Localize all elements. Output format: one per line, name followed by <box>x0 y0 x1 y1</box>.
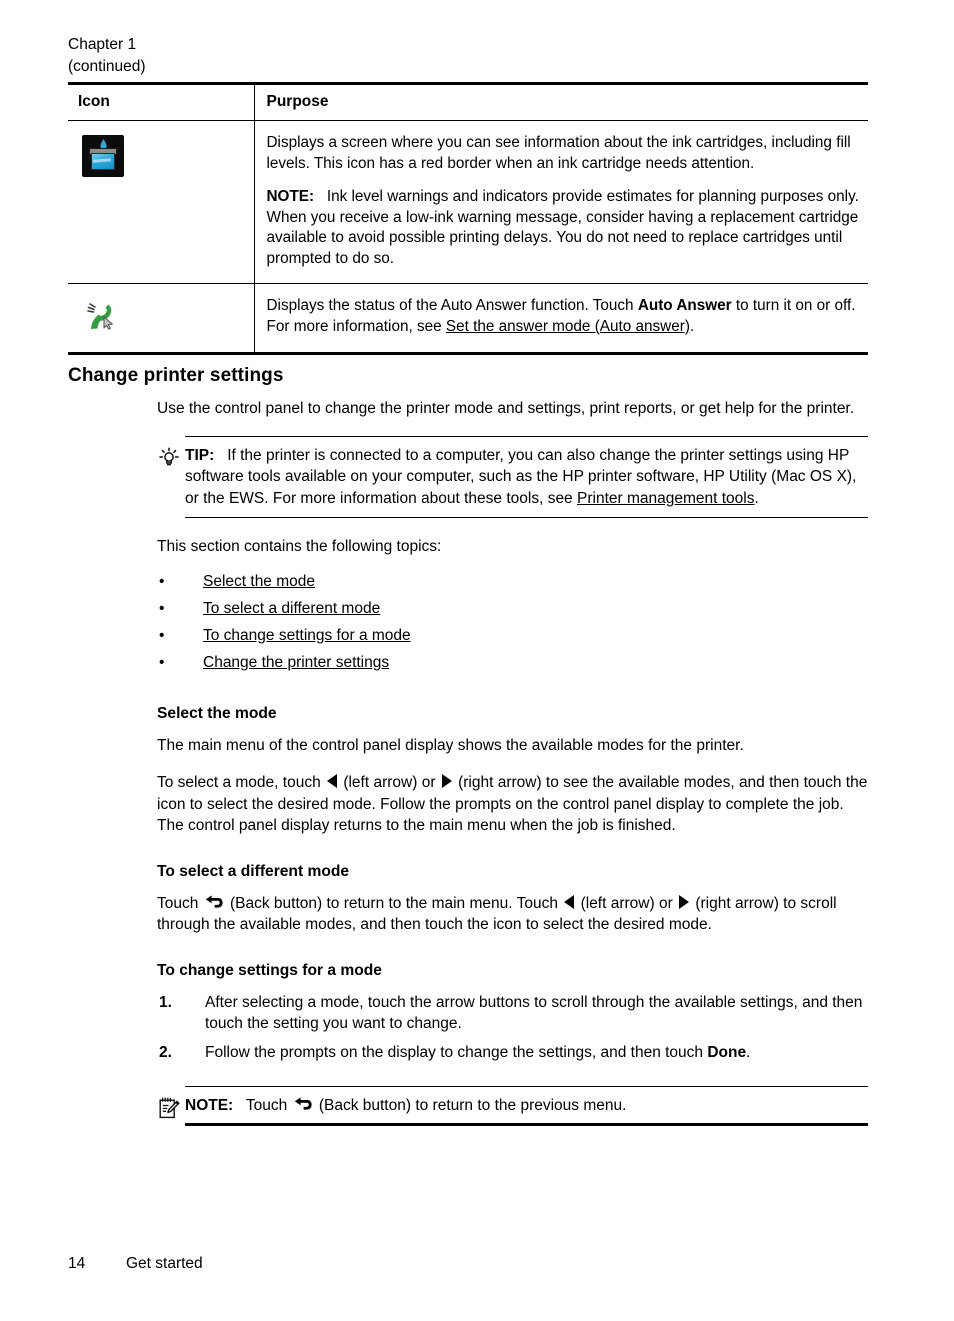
steps-list: 1. After selecting a mode, touch the arr… <box>157 992 868 1071</box>
note-rule-bottom <box>185 1122 868 1126</box>
bullet-glyph: • <box>159 653 165 671</box>
note-body: NOTE: Touch (Back button) to return to t… <box>185 1095 868 1117</box>
step-bold-term: Done <box>707 1043 747 1061</box>
tip-box: TIP: If the printer is connected to a co… <box>157 435 868 518</box>
link-to-change-settings-for-a-mode[interactable]: To change settings for a mode <box>203 627 411 644</box>
tip-body: TIP: If the printer is connected to a co… <box>185 445 868 510</box>
bullet-glyph: • <box>159 626 165 644</box>
link-set-answer-mode[interactable]: Set the answer mode (Auto answer) <box>446 318 690 335</box>
section-intro: Use the control panel to change the prin… <box>157 400 855 417</box>
subsection-heading: Select the mode <box>157 704 277 722</box>
ink-cartridge-icon-cell <box>68 121 254 284</box>
note-rule-top <box>185 1086 868 1088</box>
tip-rule-bottom <box>185 516 868 518</box>
list-item: • Select the mode <box>157 571 868 598</box>
subsection-to-select-a-different-mode: To select a different mode Touch (Back b… <box>157 863 868 936</box>
ink-cartridge-description: Displays a screen where you can see info… <box>266 134 851 172</box>
footer-section-name: Get started <box>126 1255 203 1272</box>
step-number: 1. <box>159 993 172 1011</box>
notepad-pencil-icon <box>157 1096 181 1120</box>
page-title: Change printer settings <box>68 365 284 386</box>
auto-answer-icon-cell <box>68 283 254 355</box>
step-number: 2. <box>159 1043 172 1061</box>
ink-cartridge-icon <box>82 135 124 177</box>
note-text-2: (Back button) to return to the previous … <box>314 1097 627 1114</box>
list-item: • To select a different mode <box>157 598 868 625</box>
icon-purpose-table: Icon Purpose Displays a screen where you… <box>68 82 868 355</box>
note-box: NOTE: Touch (Back button) to return to t… <box>157 1086 868 1126</box>
page-number: 14 <box>68 1255 86 1272</box>
link-change-the-printer-settings[interactable]: Change the printer settings <box>203 654 389 671</box>
select-mode-paragraph-2: To select a mode, touch (left arrow) or … <box>157 772 868 837</box>
column-header-purpose: Purpose <box>253 82 868 121</box>
auto-answer-description: Displays the status of the Auto Answer f… <box>267 296 861 337</box>
lightbulb-icon <box>157 446 181 470</box>
tip-text-2: . <box>754 489 759 507</box>
page-footer: 14 Get started <box>68 1255 203 1273</box>
left-arrow-icon <box>564 894 575 909</box>
document-page: Chapter 1 (continued) Icon Purpose Displ… <box>0 0 954 1321</box>
different-mode-text-1: Touch <box>157 894 203 912</box>
different-mode-text-2: (Back button) to return to the main menu… <box>225 894 563 912</box>
note-text-1: Touch <box>245 1097 292 1114</box>
table-row: Displays a screen where you can see info… <box>68 120 868 284</box>
auto-answer-text-3: . <box>689 317 695 335</box>
link-to-select-a-different-mode[interactable]: To select a different mode <box>203 600 380 617</box>
back-button-icon <box>294 1097 313 1113</box>
table-row: Displays the status of the Auto Answer f… <box>68 283 868 355</box>
note-label: NOTE: <box>266 188 315 205</box>
different-mode-paragraph: Touch (Back button) to return to the mai… <box>157 893 868 936</box>
right-arrow-icon <box>679 894 690 909</box>
list-item: • To change settings for a mode <box>157 625 868 652</box>
tip-rule-top <box>185 435 868 437</box>
table-header-row: Icon Purpose <box>68 82 868 121</box>
auto-answer-text-1: Displays the status of the Auto Answer f… <box>266 297 638 314</box>
different-mode-text-3: (left arrow) or <box>576 894 678 912</box>
step-text-2: . <box>746 1043 751 1061</box>
bullet-glyph: • <box>159 599 165 617</box>
bullet-glyph: • <box>159 572 165 590</box>
ink-cartridge-purpose-cell: Displays a screen where you can see info… <box>253 120 868 284</box>
list-item: • Change the printer settings <box>157 652 868 679</box>
auto-answer-phone-icon <box>82 298 122 338</box>
running-head-continued: (continued) <box>68 58 146 75</box>
step-text: After selecting a mode, touch the arrow … <box>205 993 863 1033</box>
link-select-the-mode[interactable]: Select the mode <box>203 573 315 590</box>
select-mode-paragraph-1: The main menu of the control panel displ… <box>157 736 744 754</box>
step-text-1: Follow the prompts on the display to cha… <box>205 1043 708 1061</box>
link-printer-management-tools[interactable]: Printer management tools <box>577 490 754 507</box>
ink-cartridge-note: NOTE: Ink level warnings and indicators … <box>267 187 861 269</box>
note-text: Ink level warnings and indicators provid… <box>266 188 859 267</box>
list-item: 2. Follow the prompts on the display to … <box>157 1042 868 1071</box>
topics-intro: This section contains the following topi… <box>157 538 442 555</box>
select-mode-text-1: To select a mode, touch <box>157 774 326 791</box>
auto-answer-bold-term: Auto Answer <box>637 297 732 314</box>
left-arrow-icon <box>327 774 338 788</box>
right-arrow-icon <box>441 774 452 788</box>
auto-answer-purpose-cell: Displays the status of the Auto Answer f… <box>253 283 868 355</box>
note-label: NOTE: <box>185 1097 234 1114</box>
subsection-heading: To change settings for a mode <box>157 961 382 979</box>
running-head: Chapter 1 (continued) <box>68 34 146 78</box>
tip-label: TIP: <box>185 446 215 464</box>
column-header-icon: Icon <box>68 82 254 121</box>
subsection-to-change-settings-for-a-mode: To change settings for a mode 1. After s… <box>157 962 868 1126</box>
topics-list: • Select the mode • To select a differen… <box>157 571 868 679</box>
back-button-icon <box>205 894 224 911</box>
subsection-select-the-mode: Select the mode The main menu of the con… <box>157 705 868 837</box>
subsection-heading: To select a different mode <box>157 862 350 880</box>
select-mode-text-2: (left arrow) or <box>339 774 440 791</box>
running-head-chapter: Chapter 1 <box>68 36 137 53</box>
body-content: Use the control panel to change the prin… <box>157 398 868 1146</box>
list-item: 1. After selecting a mode, touch the arr… <box>157 992 868 1042</box>
